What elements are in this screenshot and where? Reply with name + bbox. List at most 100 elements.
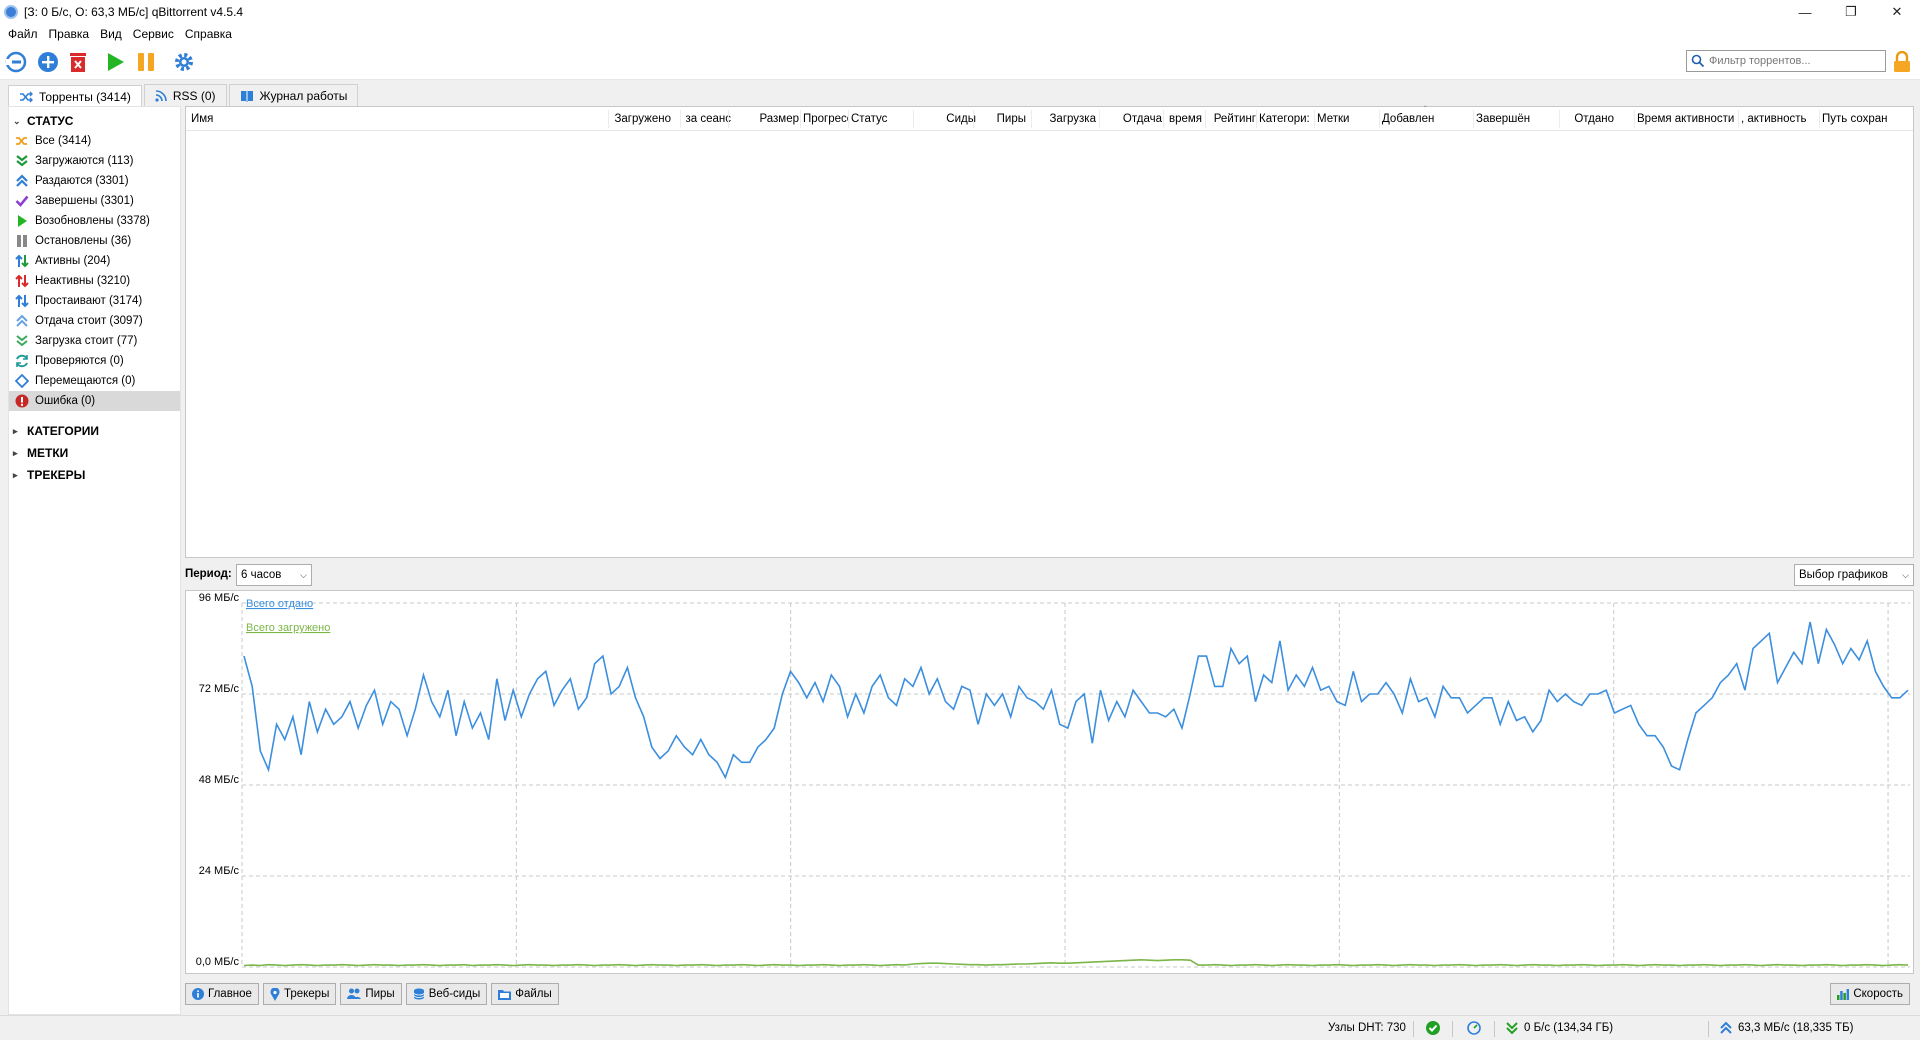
column-header[interactable]: Загрузка bbox=[1034, 113, 1096, 125]
menu-tools[interactable]: Сервис bbox=[133, 27, 174, 41]
sidebar-status-item[interactable]: Проверяются (0) bbox=[9, 351, 180, 371]
column-header[interactable]: Категори: bbox=[1259, 113, 1313, 125]
tab-peers[interactable]: Пиры bbox=[340, 983, 402, 1005]
column-separator[interactable] bbox=[608, 110, 609, 128]
sidebar-status-item[interactable]: Все (3414) bbox=[9, 131, 180, 151]
column-separator[interactable] bbox=[800, 110, 801, 128]
column-separator[interactable] bbox=[848, 110, 849, 128]
app-icon bbox=[4, 5, 18, 19]
stalled-icon bbox=[15, 294, 29, 308]
tab-webseeds[interactable]: Веб-сиды bbox=[405, 983, 488, 1005]
sidebar-status-item[interactable]: Раздаются (3301) bbox=[9, 171, 180, 191]
column-header[interactable]: Размер bbox=[731, 113, 799, 125]
tab-trackers[interactable]: Трекеры bbox=[262, 983, 337, 1005]
sidebar-item-label: Отдача стоит (3097) bbox=[35, 315, 143, 327]
column-header[interactable]: Сиды bbox=[916, 113, 976, 125]
column-separator[interactable] bbox=[680, 110, 681, 128]
menu-view[interactable]: Вид bbox=[100, 27, 122, 41]
column-header[interactable]: Рейтинг bbox=[1208, 113, 1256, 125]
tags-section-header[interactable]: ▸ МЕТКИ bbox=[9, 443, 180, 463]
torrent-list[interactable]: Имя Загружено за сеанс Размер Прогресс Статус… bbox=[185, 105, 1914, 558]
column-separator[interactable] bbox=[1559, 110, 1560, 128]
graphs-select-button[interactable]: Выбор графиков ⌵ bbox=[1794, 564, 1914, 586]
tab-rss[interactable]: RSS (0) bbox=[143, 84, 227, 106]
menu-file[interactable]: Файл bbox=[8, 27, 38, 41]
add-torrent-button[interactable] bbox=[36, 50, 60, 74]
sidebar-status-item[interactable]: Возобновлены (3378) bbox=[9, 211, 180, 231]
column-separator[interactable] bbox=[1099, 110, 1100, 128]
column-header[interactable]: Время активности bbox=[1637, 113, 1741, 125]
column-header[interactable]: Метки bbox=[1317, 113, 1377, 125]
trackers-section-header[interactable]: ▸ ТРЕКЕРЫ bbox=[9, 465, 180, 485]
tab-torrents[interactable]: Торренты (3414) bbox=[8, 85, 142, 107]
sidebar-status-item[interactable]: Остановлены (36) bbox=[9, 231, 180, 251]
delete-button[interactable] bbox=[66, 50, 90, 74]
properties-tabs: Главное Трекеры Пиры Веб-сиды Файлы bbox=[185, 983, 563, 1007]
column-separator[interactable] bbox=[913, 110, 914, 128]
column-header[interactable]: время bbox=[1166, 113, 1202, 125]
column-separator[interactable] bbox=[1473, 110, 1474, 128]
column-header[interactable]: Завершён bbox=[1476, 113, 1556, 125]
column-separator[interactable] bbox=[1634, 110, 1635, 128]
categories-section-header[interactable]: ▸ КАТЕГОРИИ bbox=[9, 421, 180, 441]
lock-button[interactable] bbox=[1890, 50, 1914, 74]
sidebar-status-item[interactable]: Перемещаются (0) bbox=[9, 371, 180, 391]
column-separator[interactable] bbox=[1031, 110, 1032, 128]
period-select[interactable]: 6 часов ⌵ bbox=[236, 564, 312, 586]
column-separator[interactable] bbox=[973, 110, 974, 128]
column-header[interactable]: Имя bbox=[191, 113, 531, 125]
tab-log-label: Журнал работы bbox=[259, 88, 348, 103]
restore-button[interactable]: ❐ bbox=[1828, 0, 1874, 24]
torrent-filter-input[interactable]: Фильтр торрентов... bbox=[1686, 50, 1886, 72]
settings-button[interactable] bbox=[172, 50, 196, 74]
sidebar-status-item[interactable]: Загружаются (113) bbox=[9, 151, 180, 171]
menu-help[interactable]: Справка bbox=[185, 27, 232, 41]
sidebar-status-item[interactable]: Завершены (3301) bbox=[9, 191, 180, 211]
column-separator[interactable] bbox=[1819, 110, 1820, 128]
column-header[interactable]: , активность bbox=[1741, 113, 1819, 125]
tab-general[interactable]: Главное bbox=[185, 983, 259, 1005]
pin-icon bbox=[270, 987, 280, 1001]
sidebar-status-item[interactable]: Отдача стоит (3097) bbox=[9, 311, 180, 331]
rss-icon bbox=[155, 89, 167, 102]
tab-log[interactable]: Журнал работы bbox=[228, 84, 359, 106]
sidebar-item-label: Все (3414) bbox=[35, 135, 92, 147]
status-section-header[interactable]: ⌄ СТАТУС bbox=[9, 111, 180, 131]
column-separator[interactable] bbox=[1256, 110, 1257, 128]
column-header[interactable]: Прогресс bbox=[803, 113, 849, 125]
menu-edit[interactable]: Правка bbox=[49, 27, 90, 41]
sidebar-status-item[interactable]: Загрузка стоит (77) bbox=[9, 331, 180, 351]
sidebar-status-item[interactable]: Ошибка (0) bbox=[9, 391, 180, 411]
collapsed-arrow-icon: ▸ bbox=[13, 447, 18, 458]
minimize-button[interactable]: — bbox=[1782, 0, 1828, 24]
column-separator[interactable] bbox=[1314, 110, 1315, 128]
close-button[interactable]: ✕ bbox=[1874, 0, 1920, 24]
speed-button[interactable]: Скорость bbox=[1830, 983, 1910, 1005]
speedometer-icon bbox=[1467, 1021, 1481, 1035]
speed-limits-button[interactable] bbox=[1467, 1021, 1481, 1038]
sidebar-status-item[interactable]: Неактивны (3210) bbox=[9, 271, 180, 291]
tab-files[interactable]: Файлы bbox=[491, 983, 559, 1005]
column-header[interactable]: Статус bbox=[851, 113, 911, 125]
column-header[interactable]: Добавлен bbox=[1382, 113, 1472, 125]
column-header[interactable]: Отдано bbox=[1562, 113, 1614, 125]
column-separator[interactable] bbox=[1379, 110, 1380, 128]
resume-button[interactable] bbox=[103, 50, 127, 74]
download-speed[interactable]: 0 Б/с (134,34 ГБ) bbox=[1524, 1022, 1613, 1034]
sidebar-status-item[interactable]: Простаивают (3174) bbox=[9, 291, 180, 311]
pause-button[interactable] bbox=[134, 50, 158, 74]
column-separator[interactable] bbox=[1205, 110, 1206, 128]
column-separator[interactable] bbox=[1163, 110, 1164, 128]
column-separator[interactable] bbox=[728, 110, 729, 128]
column-header[interactable]: за сеанс bbox=[683, 113, 731, 125]
upload-speed[interactable]: 63,3 МБ/с (18,335 ТБ) bbox=[1738, 1022, 1853, 1034]
column-header[interactable]: Загружено bbox=[611, 113, 671, 125]
sidebar-status-item[interactable]: Активны (204) bbox=[9, 251, 180, 271]
column-header[interactable]: Пиры bbox=[976, 113, 1026, 125]
connection-status-button[interactable] bbox=[1426, 1021, 1440, 1038]
column-separator[interactable] bbox=[1738, 110, 1739, 128]
column-header[interactable]: Отдача bbox=[1102, 113, 1162, 125]
column-header[interactable]: Путь сохран bbox=[1822, 113, 1908, 125]
add-link-button[interactable] bbox=[4, 50, 28, 74]
y-tick-label: 0,0 МБ/с bbox=[196, 956, 240, 968]
